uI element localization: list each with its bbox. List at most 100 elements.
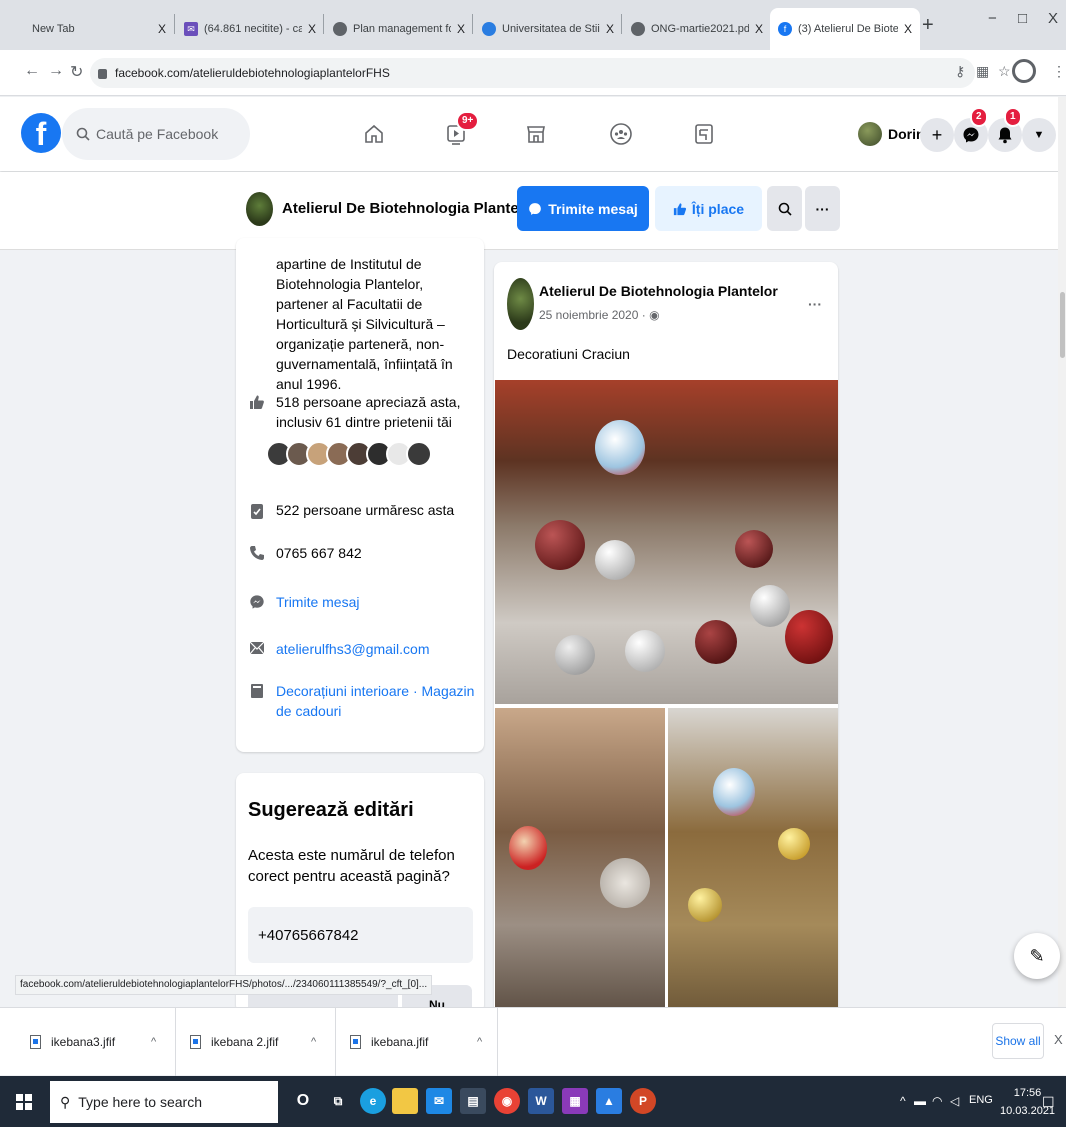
store-icon[interactable]: ▤ (460, 1088, 486, 1114)
user-profile-chip[interactable]: Dorin (858, 117, 925, 151)
star-icon[interactable]: ☆ (998, 63, 1011, 80)
post-author-avatar[interactable] (507, 278, 534, 330)
word-icon[interactable]: W (528, 1088, 554, 1114)
cortana-icon[interactable]: O (290, 1088, 316, 1114)
send-message-link-row[interactable]: Trimite mesaj (248, 592, 476, 612)
groups-icon[interactable] (604, 117, 638, 151)
tab-plan-management[interactable]: Plan management fond cine X (325, 8, 473, 50)
download-item[interactable]: ikebana.jfif ^ (336, 1008, 498, 1076)
mail-app-icon[interactable]: ✉ (426, 1088, 452, 1114)
grid-app-icon[interactable]: ▦ (562, 1088, 588, 1114)
windows-start-icon[interactable] (16, 1094, 32, 1110)
close-downloads-bar-icon[interactable]: X (1054, 1032, 1063, 1047)
show-all-downloads-button[interactable]: Show all (992, 1023, 1044, 1059)
volume-icon[interactable]: ◁ (950, 1094, 959, 1108)
page-search-button[interactable] (767, 186, 802, 231)
like-page-button[interactable]: Îți place (655, 186, 762, 231)
post-date[interactable]: 25 noiembrie 2020 · ◉ (539, 308, 660, 322)
avatar[interactable] (406, 441, 432, 467)
tab-title: Universitatea de Stiinte Agric (502, 23, 600, 35)
tab-universitate[interactable]: Universitatea de Stiinte Agric X (474, 8, 622, 50)
email-row[interactable]: atelierulfhs3@gmail.com (248, 639, 476, 659)
tab-facebook-active[interactable]: f (3) Atelierul De Biotehnologi X (770, 8, 920, 50)
taskbar-search[interactable]: ⚲ Type here to search (50, 1081, 278, 1123)
new-message-compose-icon[interactable]: ✎ (1014, 933, 1060, 979)
post-author-name[interactable]: Atelierul De Biotehnologia Plantelor (539, 283, 778, 299)
menu-icon[interactable]: ⋮ (1052, 63, 1066, 80)
page-title[interactable]: Atelierul De Biotehnologia Plantelor (282, 200, 538, 217)
page-avatar[interactable] (246, 192, 273, 226)
gaming-icon[interactable] (687, 117, 721, 151)
phone-icon (248, 545, 266, 563)
page-scrollbar[interactable] (1058, 97, 1066, 1007)
file-icon (30, 1035, 41, 1049)
file-explorer-icon[interactable] (392, 1088, 418, 1114)
notification-center-icon[interactable]: ☐ (1042, 1094, 1055, 1111)
post-photo-2[interactable] (495, 708, 665, 1018)
send-message-button[interactable]: Trimite mesaj (517, 186, 649, 231)
facebook-header: f Caută pe Facebook 9+ Dorin + 2 1 ▼ (0, 97, 1066, 171)
lock-icon (98, 69, 107, 79)
tray-chevron-icon[interactable]: ^ (900, 1094, 906, 1108)
task-view-icon[interactable]: ⧉ (325, 1088, 351, 1114)
post-photo-1[interactable] (495, 380, 838, 704)
download-item[interactable]: ikebana 2.jfif ^ (176, 1008, 336, 1076)
tab-separator (472, 14, 473, 34)
globe-icon (631, 22, 645, 36)
tab-title: Plan management fond cine (353, 23, 451, 35)
like-label: Îți place (691, 200, 745, 217)
page-more-button[interactable]: ··· (805, 186, 840, 231)
facebook-logo-icon[interactable]: f (21, 113, 61, 153)
key-icon[interactable]: ⚷ (955, 63, 965, 80)
powerpoint-icon[interactable]: P (630, 1088, 656, 1114)
tab-close-icon[interactable]: X (606, 22, 614, 36)
dried-slice-shape (600, 858, 650, 908)
translate-icon[interactable]: ▦ (976, 63, 989, 80)
post-photo-3[interactable] (668, 708, 838, 1018)
language-indicator[interactable]: ENG (969, 1094, 993, 1106)
windows-taskbar: ⚲ Type here to search O ⧉ e ✉ ▤ ◉ W ▦ ▲ … (0, 1076, 1066, 1127)
minimize-button[interactable]: − (988, 10, 997, 27)
facebook-search[interactable]: Caută pe Facebook (62, 108, 250, 160)
tab-close-icon[interactable]: X (457, 22, 465, 36)
home-icon[interactable] (357, 117, 391, 151)
download-filename: ikebana3.jfif (51, 1035, 116, 1049)
new-tab-button[interactable]: + (922, 14, 934, 37)
maximize-button[interactable]: □ (1018, 10, 1027, 27)
category-row[interactable]: Decorațiuni interioare · Magazin de cado… (248, 681, 476, 721)
marketplace-icon[interactable] (519, 117, 553, 151)
notifications-badge: 1 (1004, 107, 1022, 127)
friends-avatars[interactable] (266, 441, 432, 467)
tab-close-icon[interactable]: X (755, 22, 763, 36)
tab-close-icon[interactable]: X (158, 22, 166, 36)
account-dropdown-icon[interactable]: ▼ (1022, 118, 1056, 152)
post-card: Atelierul De Biotehnologia Plantelor 25 … (494, 262, 838, 1022)
back-arrow-icon[interactable]: ← (24, 62, 40, 80)
photos-icon[interactable]: ▲ (596, 1088, 622, 1114)
chevron-up-icon[interactable]: ^ (311, 1036, 316, 1048)
tab-ong-pdf[interactable]: ONG-martie2021.pdf X (623, 8, 771, 50)
edge-icon[interactable]: e (360, 1088, 386, 1114)
ornament-shape (750, 585, 790, 627)
avatar (858, 122, 882, 146)
reload-icon[interactable]: ↻ (70, 62, 83, 82)
forward-arrow-icon[interactable]: → (48, 62, 64, 80)
tab-new-tab[interactable]: New Tab X (24, 8, 174, 50)
chrome-icon[interactable]: ◉ (494, 1088, 520, 1114)
tab-close-icon[interactable]: X (308, 22, 316, 36)
ornament-shape (625, 630, 665, 672)
url-field[interactable]: facebook.com/atelieruldebiotehnologiapla… (90, 58, 975, 88)
create-plus-icon[interactable]: + (920, 118, 954, 152)
chevron-up-icon[interactable]: ^ (477, 1036, 482, 1048)
download-item[interactable]: ikebana3.jfif ^ (0, 1008, 176, 1076)
close-window-button[interactable]: X (1048, 10, 1058, 27)
wifi-icon[interactable]: ◠ (932, 1094, 942, 1108)
profile-icon[interactable] (1012, 59, 1036, 83)
scrollbar-thumb[interactable] (1060, 292, 1065, 358)
battery-icon[interactable]: ▬ (914, 1094, 926, 1108)
post-more-button[interactable]: ··· (808, 296, 822, 312)
tab-gmail[interactable]: ✉ (64.861 necitite) - camendon X (176, 8, 324, 50)
tab-close-icon[interactable]: X (904, 22, 912, 36)
watch-badge: 9+ (456, 111, 480, 131)
chevron-up-icon[interactable]: ^ (151, 1036, 156, 1048)
